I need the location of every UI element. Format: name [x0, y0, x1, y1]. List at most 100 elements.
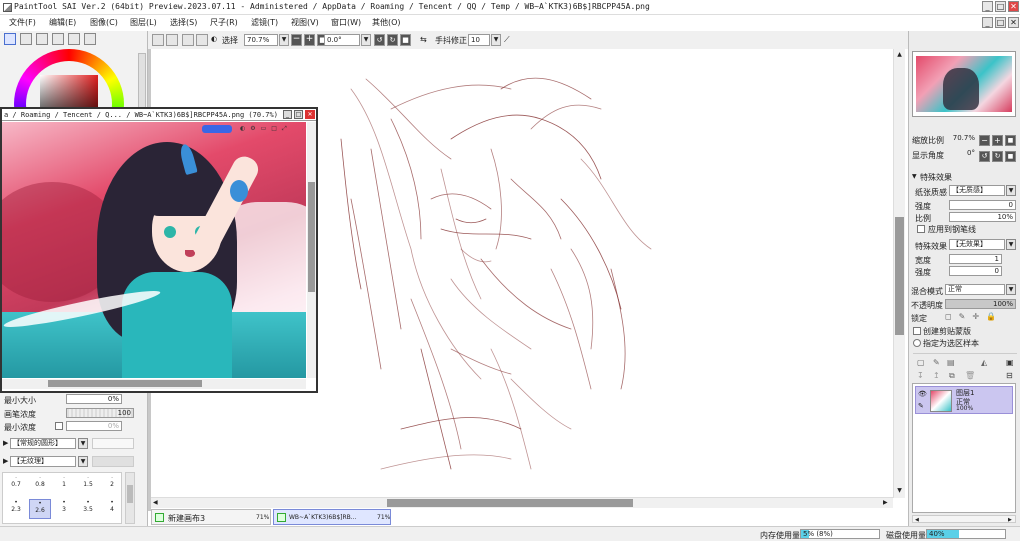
- menu-layer[interactable]: 图层(L): [130, 17, 157, 28]
- shape-expand-icon[interactable]: ▶: [3, 439, 8, 447]
- shape-dropdown[interactable]: 【常规的圆形】: [10, 438, 76, 449]
- doc-minimize-button[interactable]: _: [982, 17, 993, 28]
- new-linework-layer-icon[interactable]: ✎: [933, 358, 940, 367]
- move-down-icon[interactable]: ↧: [917, 371, 924, 380]
- layer-list-scrollbar[interactable]: ◀ ▶: [912, 515, 1016, 523]
- merge-layer-icon[interactable]: ⧉: [949, 371, 955, 381]
- texture-expand-icon[interactable]: ▶: [3, 457, 8, 465]
- move-up-icon[interactable]: ↥: [933, 371, 940, 380]
- ref-close-button[interactable]: ✕: [305, 110, 315, 119]
- minimize-button[interactable]: _: [982, 1, 993, 12]
- clip-mask-checkbox[interactable]: [913, 327, 921, 335]
- zoom-value[interactable]: 70.7%: [947, 134, 977, 144]
- menu-image[interactable]: 图像(C): [90, 17, 118, 28]
- size-cell[interactable]: · 0.7: [5, 475, 27, 495]
- scroll-down-arrow-icon[interactable]: ▼: [895, 487, 904, 496]
- rgb-slider-mode-button[interactable]: [20, 33, 32, 45]
- nav-rotate-left-button[interactable]: ↺: [979, 151, 990, 162]
- visibility-eye-icon[interactable]: 👁: [918, 390, 927, 398]
- reference-horizontal-thumb[interactable]: [48, 380, 202, 387]
- reference-vertical-thumb[interactable]: [308, 182, 315, 292]
- size-cell[interactable]: • 3.5: [77, 499, 99, 519]
- nav-zoom-reset-button[interactable]: ■: [1005, 135, 1016, 146]
- menu-window[interactable]: 窗口(W): [331, 17, 361, 28]
- effect-dropdown-arrow-icon[interactable]: ▼: [1006, 239, 1016, 250]
- invert-selection-button[interactable]: [196, 34, 208, 46]
- swatches-mode-button[interactable]: [52, 33, 64, 45]
- texture-dropdown-arrow-icon[interactable]: ▼: [78, 456, 88, 467]
- maximize-button[interactable]: □: [995, 1, 1006, 12]
- rotation-field[interactable]: 0.0°: [324, 34, 360, 46]
- layer-row[interactable]: 👁 ✎ 图层1 正常 100%: [915, 386, 1013, 414]
- texture-strength-field[interactable]: [92, 456, 134, 467]
- new-folder-icon[interactable]: ▤: [947, 358, 955, 367]
- size-cell-selected[interactable]: • 2.6: [29, 499, 51, 519]
- selection-source-radio[interactable]: [913, 339, 921, 347]
- brush-size-scrollbar[interactable]: [125, 472, 135, 524]
- rotation-dropdown-arrow-icon[interactable]: ▼: [361, 34, 371, 46]
- paper-scale-field[interactable]: 10%: [949, 212, 1016, 222]
- nav-zoom-in-button[interactable]: +: [992, 135, 1003, 146]
- menu-ruler[interactable]: 尺子(R): [210, 17, 238, 28]
- size-cell[interactable]: · 2: [101, 475, 123, 495]
- close-button[interactable]: ✕: [1008, 1, 1019, 12]
- brush-density-slider[interactable]: 100: [66, 408, 134, 418]
- paper-dropdown-arrow-icon[interactable]: ▼: [1006, 185, 1016, 196]
- min-size-field[interactable]: 0%: [66, 394, 122, 404]
- stabilizer-dropdown-arrow-icon[interactable]: ▼: [491, 34, 501, 46]
- deselect-button[interactable]: [182, 34, 194, 46]
- reference-vertical-scrollbar[interactable]: [307, 122, 316, 378]
- nav-zoom-out-button[interactable]: −: [979, 135, 990, 146]
- size-cell[interactable]: · 1: [53, 475, 75, 495]
- zoom-dropdown-arrow-icon[interactable]: ▼: [279, 34, 289, 46]
- rotate-right-button[interactable]: ↻: [387, 34, 398, 46]
- fill-icon[interactable]: ◭: [981, 358, 987, 367]
- shape-strength-field[interactable]: [92, 438, 134, 449]
- menu-filter[interactable]: 滤镜(T): [251, 17, 278, 28]
- reference-horizontal-scrollbar[interactable]: [2, 379, 306, 389]
- paper-dropdown[interactable]: 【无质感】: [949, 185, 1005, 196]
- min-density-field[interactable]: 0%: [66, 421, 122, 431]
- zoom-field[interactable]: 70.7%: [244, 34, 278, 46]
- canvas-vertical-scrollbar[interactable]: ▲ ▼: [893, 49, 905, 498]
- redo-button[interactable]: [166, 34, 178, 46]
- select-visibility-icon[interactable]: ◐: [211, 35, 217, 43]
- tab-new-canvas[interactable]: 新建画布3 71%: [151, 509, 271, 525]
- menu-edit[interactable]: 编辑(E): [49, 17, 76, 28]
- reference-window-titlebar[interactable]: a / Roaming / Tencent / Q... / WB~A`KTK3…: [2, 109, 316, 121]
- horizontal-scroll-thumb[interactable]: [387, 499, 633, 507]
- rotation-reset-button[interactable]: ■: [400, 34, 411, 46]
- effects-expand-icon[interactable]: ▼: [912, 173, 917, 180]
- angle-value[interactable]: 0°: [947, 149, 977, 159]
- layer-mask-icon[interactable]: ▣: [1006, 358, 1014, 367]
- rotate-left-button[interactable]: ↺: [374, 34, 385, 46]
- size-cell[interactable]: · 1.5: [77, 475, 99, 495]
- vertical-scroll-thumb[interactable]: [895, 217, 904, 335]
- hsv-slider-mode-button[interactable]: [36, 33, 48, 45]
- new-layer-icon[interactable]: ▢: [917, 358, 925, 367]
- ref-maximize-button[interactable]: □: [294, 110, 303, 119]
- zoom-in-button[interactable]: +: [304, 34, 315, 46]
- shape-dropdown-arrow-icon[interactable]: ▼: [78, 438, 88, 449]
- layer-properties-icon[interactable]: ⊟: [1006, 371, 1013, 380]
- effect-strength-field[interactable]: 0: [949, 266, 1002, 276]
- lock-options-icons[interactable]: ◻✎✛🔒: [945, 312, 1003, 321]
- nav-rotate-reset-button[interactable]: ■: [1005, 151, 1016, 162]
- menu-other[interactable]: 其他(O): [372, 17, 401, 28]
- reference-window[interactable]: a / Roaming / Tencent / Q... / WB~A`KTK3…: [0, 107, 318, 393]
- scroll-right-arrow-icon[interactable]: ▶: [883, 499, 888, 506]
- paper-strength-field[interactable]: 0: [949, 200, 1016, 210]
- blend-mode-dropdown[interactable]: 正常: [945, 284, 1005, 295]
- doc-restore-button[interactable]: □: [995, 17, 1006, 28]
- delete-layer-icon[interactable]: 🗑: [965, 371, 975, 380]
- tab-image[interactable]: WB~A`KTK3)6B$]RB... 71%: [273, 509, 391, 525]
- color-wheel-mode-button[interactable]: [4, 33, 16, 45]
- menu-select[interactable]: 选择(S): [170, 17, 197, 28]
- effect-width-field[interactable]: 1: [949, 254, 1002, 264]
- effect-dropdown[interactable]: 【无效果】: [949, 239, 1005, 250]
- navigator-preview[interactable]: [912, 51, 1016, 117]
- blend-mode-dropdown-arrow-icon[interactable]: ▼: [1006, 284, 1016, 295]
- pen-pressure-icon[interactable]: ⟋: [504, 35, 510, 45]
- viewer-extract-button[interactable]: [202, 125, 232, 133]
- zoom-out-button[interactable]: −: [291, 34, 302, 46]
